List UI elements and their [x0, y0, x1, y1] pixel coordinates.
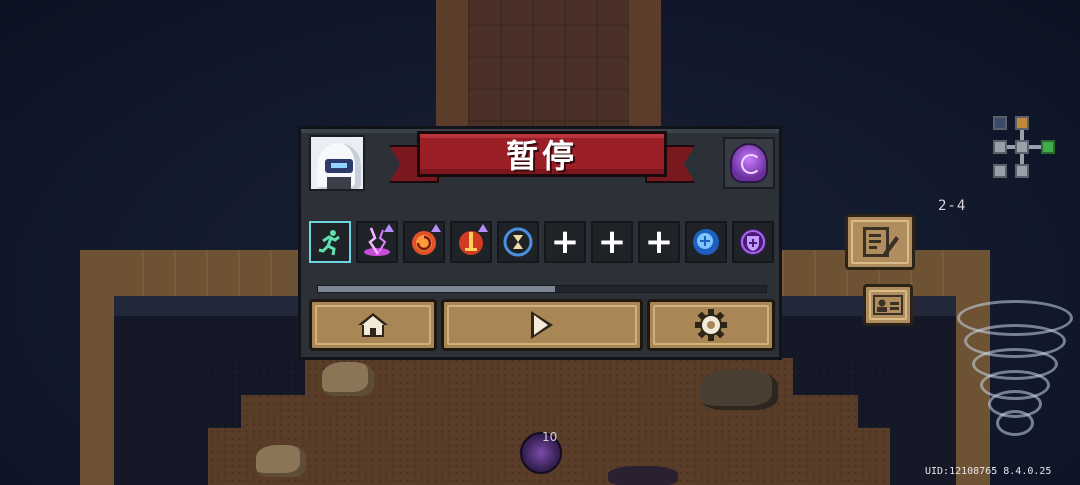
- buff-slot-empty[interactable]: +: [544, 221, 586, 263]
- minimap-room: [1015, 140, 1029, 154]
- goblin-enemy: [256, 445, 306, 477]
- upgrade-arrow-icon: [478, 224, 488, 232]
- room-wall-left: [80, 250, 114, 485]
- play-icon: [531, 311, 553, 339]
- pause-menu-panel: 暂停 + + +: [298, 126, 782, 360]
- buff-slot[interactable]: [309, 221, 351, 263]
- plus-icon: +: [597, 222, 627, 262]
- shield-badge-icon: [740, 229, 766, 255]
- minimap-room: [1015, 164, 1029, 178]
- title-ribbon: 暂停: [389, 131, 695, 189]
- buff-list: + + +: [309, 221, 777, 263]
- quest-log-button[interactable]: [845, 214, 915, 270]
- minimap-room: [1015, 116, 1029, 130]
- pause-actions: [309, 299, 775, 351]
- goblin-enemy: [322, 362, 374, 396]
- settings-button[interactable]: [647, 299, 775, 351]
- buff-slot[interactable]: [403, 221, 445, 263]
- minimap-room: [993, 140, 1007, 154]
- buff-slot-empty[interactable]: +: [591, 221, 633, 263]
- notepad-pencil-icon: [863, 227, 899, 257]
- level-indicator: 2-4: [938, 198, 967, 214]
- progress-fill: [318, 286, 556, 292]
- pet-slot[interactable]: [723, 137, 775, 189]
- id-card-icon: [873, 295, 903, 315]
- home-button[interactable]: [309, 299, 437, 351]
- purple-swirl-pet-icon: [732, 145, 766, 181]
- buff-slot[interactable]: [497, 221, 539, 263]
- plus-icon: +: [550, 222, 580, 262]
- upgrade-arrow-icon: [431, 224, 441, 232]
- minimap-room: [1041, 140, 1055, 154]
- buff-slot[interactable]: [356, 221, 398, 263]
- resume-button[interactable]: [441, 299, 643, 351]
- buff-slot-empty[interactable]: +: [638, 221, 680, 263]
- brain-plus-icon: [693, 229, 719, 255]
- buff-slot[interactable]: [450, 221, 492, 263]
- boar-enemy: [700, 370, 778, 410]
- running-figure-icon: [318, 230, 340, 256]
- profile-card-button[interactable]: [863, 284, 913, 326]
- tornado-icon: [950, 290, 1080, 450]
- character-portrait[interactable]: [309, 135, 365, 191]
- uid-version-text: UID:12108765 8.4.0.25: [925, 466, 1052, 477]
- orb-count: 10: [542, 430, 558, 444]
- buff-slot[interactable]: [685, 221, 727, 263]
- progress-bar: [317, 285, 767, 293]
- pause-title: 暂停: [505, 137, 578, 175]
- minimap-room: [993, 164, 1007, 178]
- home-icon: [358, 313, 388, 337]
- hourglass-icon: [503, 227, 533, 257]
- shadow-enemy: [608, 466, 678, 485]
- plus-icon: +: [644, 222, 674, 262]
- gear-icon: [695, 309, 727, 341]
- upgrade-arrow-icon: [384, 224, 394, 232]
- minimap-room: [993, 116, 1007, 130]
- buff-slot[interactable]: [732, 221, 774, 263]
- minimap[interactable]: [985, 110, 1065, 190]
